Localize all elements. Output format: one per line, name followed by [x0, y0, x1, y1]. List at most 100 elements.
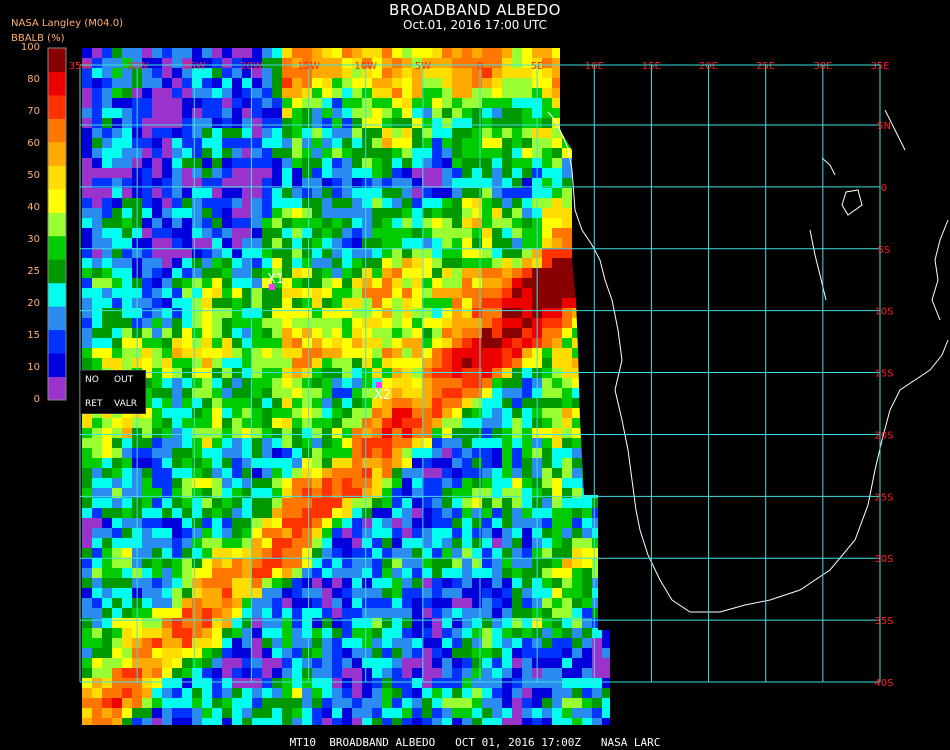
albedo-cell	[522, 388, 532, 398]
albedo-cell	[162, 108, 172, 118]
albedo-cell	[182, 688, 192, 698]
albedo-cell	[452, 378, 462, 388]
albedo-cell	[422, 228, 432, 238]
albedo-cell	[152, 248, 162, 258]
albedo-cell	[262, 308, 272, 318]
albedo-cell	[452, 158, 462, 168]
albedo-cell	[372, 208, 382, 218]
albedo-cell	[502, 528, 512, 538]
albedo-cell	[552, 578, 562, 588]
albedo-cell	[192, 658, 202, 668]
albedo-cell	[252, 298, 262, 308]
albedo-cell	[312, 588, 322, 598]
albedo-cell	[602, 458, 610, 468]
albedo-cell	[212, 478, 222, 488]
albedo-cell	[312, 668, 322, 678]
albedo-cell	[342, 48, 352, 58]
albedo-cell	[342, 458, 352, 468]
colorbar-tick-label: 40	[27, 202, 40, 213]
albedo-cell	[462, 378, 472, 388]
albedo-cell	[122, 298, 132, 308]
albedo-cell	[452, 708, 462, 718]
albedo-cell	[572, 408, 582, 418]
albedo-cell	[432, 288, 442, 298]
albedo-cell	[512, 578, 522, 588]
albedo-cell	[142, 128, 152, 138]
albedo-cell	[82, 308, 92, 318]
albedo-cell	[82, 518, 92, 528]
albedo-cell	[522, 448, 532, 458]
albedo-cell	[352, 578, 362, 588]
albedo-cell	[422, 48, 432, 58]
albedo-cell	[362, 298, 372, 308]
albedo-cell	[332, 308, 342, 318]
albedo-cell	[542, 478, 552, 488]
albedo-cell	[112, 718, 122, 725]
albedo-cell	[192, 638, 202, 648]
albedo-cell	[172, 468, 182, 478]
albedo-cell	[172, 708, 182, 718]
albedo-cell	[262, 608, 272, 618]
albedo-cell	[142, 298, 152, 308]
albedo-cell	[162, 578, 172, 588]
albedo-cell	[232, 518, 242, 528]
albedo-cell	[352, 278, 362, 288]
albedo-cell	[132, 708, 142, 718]
albedo-cell	[112, 248, 122, 258]
albedo-cell	[432, 68, 442, 78]
albedo-cell	[582, 718, 592, 725]
albedo-cell	[122, 638, 132, 648]
albedo-cell	[92, 158, 102, 168]
albedo-cell	[202, 328, 212, 338]
albedo-cell	[152, 618, 162, 628]
albedo-cell	[512, 608, 522, 618]
albedo-cell	[182, 188, 192, 198]
albedo-cell	[322, 288, 332, 298]
albedo-cell	[492, 668, 502, 678]
albedo-cell	[512, 58, 522, 68]
albedo-cell	[412, 228, 422, 238]
albedo-cell	[602, 518, 610, 528]
albedo-cell	[512, 378, 522, 388]
albedo-cell	[232, 258, 242, 268]
albedo-cell	[172, 318, 182, 328]
albedo-cell	[432, 718, 442, 725]
albedo-cell	[582, 148, 592, 158]
albedo-cell	[282, 58, 292, 68]
albedo-cell	[322, 148, 332, 158]
albedo-cell	[342, 688, 352, 698]
albedo-cell	[222, 578, 232, 588]
albedo-cell	[362, 578, 372, 588]
albedo-cell	[262, 448, 272, 458]
albedo-cell	[92, 678, 102, 688]
albedo-cell	[352, 268, 362, 278]
albedo-cell	[182, 328, 192, 338]
albedo-cell	[332, 428, 342, 438]
albedo-cell	[142, 648, 152, 658]
albedo-cell	[592, 458, 602, 468]
albedo-cell	[392, 168, 402, 178]
albedo-cell	[462, 348, 472, 358]
albedo-cell	[592, 398, 602, 408]
albedo-cell	[352, 478, 362, 488]
albedo-cell	[442, 258, 452, 268]
albedo-cell	[252, 268, 262, 278]
albedo-cell	[212, 528, 222, 538]
albedo-cell	[462, 478, 472, 488]
albedo-cell	[482, 298, 492, 308]
albedo-cell	[292, 688, 302, 698]
albedo-cell	[322, 638, 332, 648]
albedo-cell	[432, 118, 442, 128]
albedo-cell	[482, 218, 492, 228]
albedo-cell	[122, 118, 132, 128]
albedo-cell	[342, 418, 352, 428]
albedo-cell	[332, 458, 342, 468]
albedo-cell	[232, 628, 242, 638]
albedo-cell	[532, 688, 542, 698]
albedo-cell	[512, 278, 522, 288]
albedo-cell	[432, 98, 442, 108]
albedo-cell	[182, 308, 192, 318]
albedo-cell	[492, 288, 502, 298]
albedo-cell	[222, 308, 232, 318]
albedo-cell	[322, 108, 332, 118]
